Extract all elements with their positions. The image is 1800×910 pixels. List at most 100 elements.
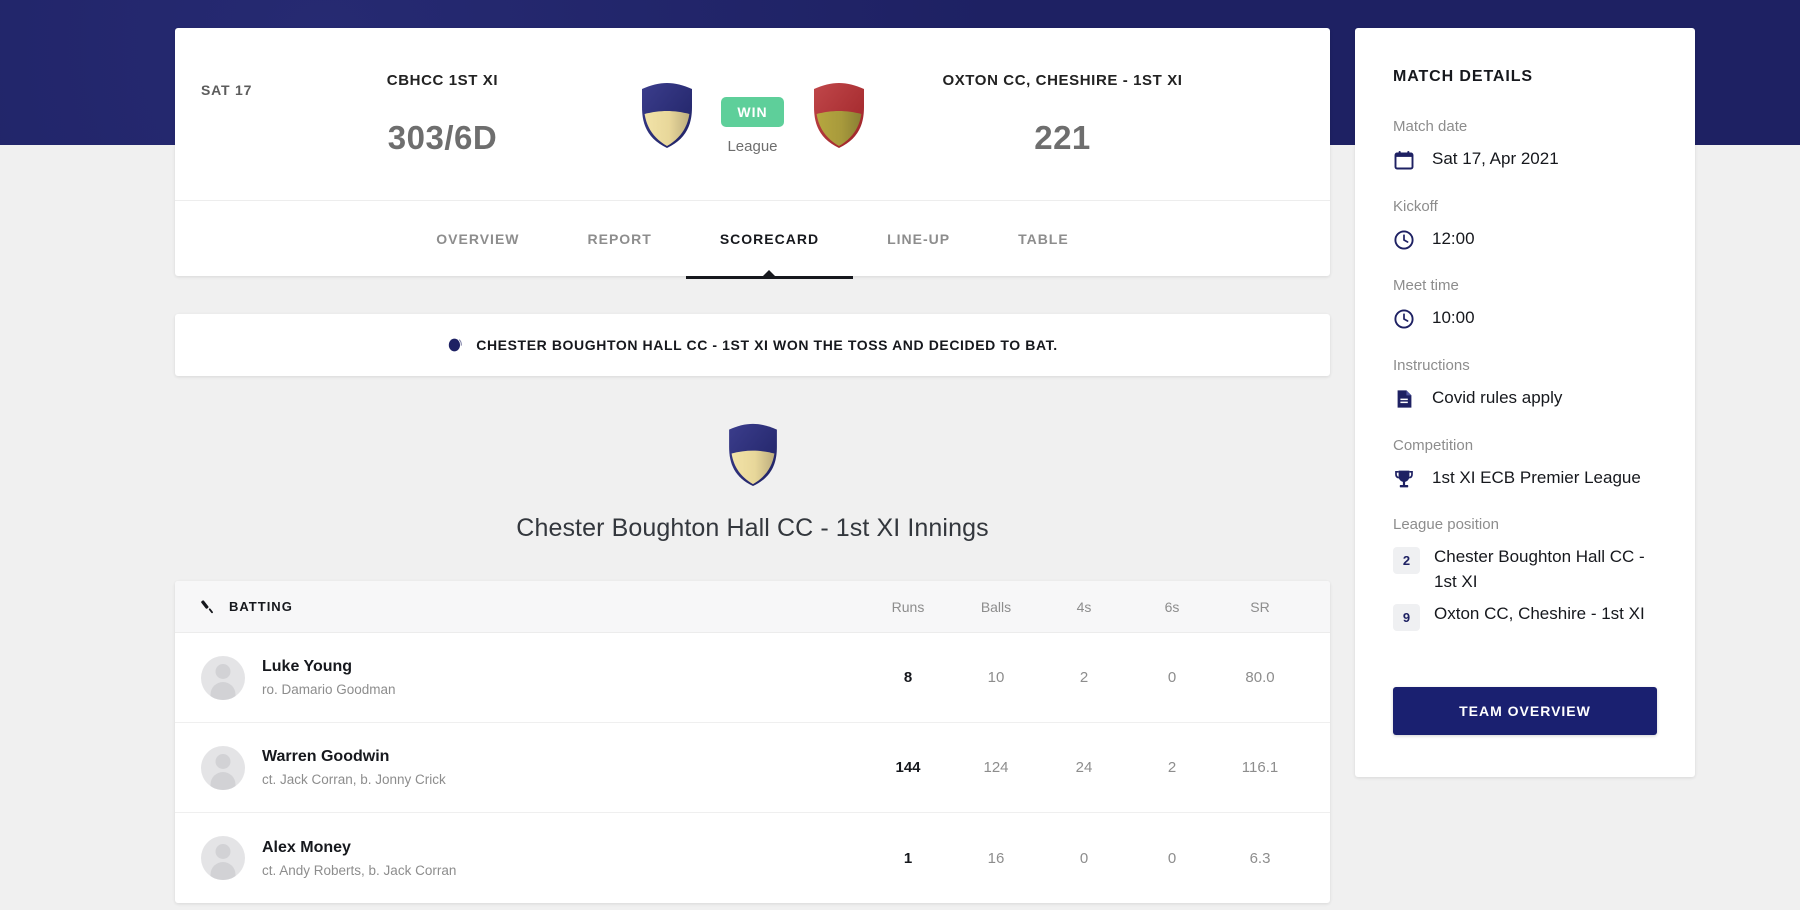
innings-title: Chester Boughton Hall CC - 1st XI Inning… <box>516 514 989 542</box>
field-label: Kickoff <box>1393 197 1438 215</box>
league-position-row[interactable]: 9 Oxton CC, Cheshire - 1st XI <box>1393 602 1657 632</box>
player-runs: 1 <box>903 849 913 867</box>
match-header-card: SAT 17 CBHCC 1ST XI 303/6D WIN League OX… <box>175 28 1330 279</box>
match-day-label: SAT 17 <box>201 82 253 98</box>
player-dismissal: ct. Jack Corran, b. Jonny Crick <box>262 772 446 787</box>
position-team-name: Oxton CC, Cheshire - 1st XI <box>1434 604 1645 624</box>
player-balls: 10 <box>987 669 1005 686</box>
field-instructions: Instructions Covid rules apply <box>1393 357 1657 411</box>
position-badge: 2 <box>1393 547 1420 575</box>
avatar <box>201 655 245 700</box>
player-runs: 144 <box>895 759 921 776</box>
match-result-block: WIN League <box>710 81 796 155</box>
player-dismissal: ct. Andy Roberts, b. Jack Corran <box>262 862 457 878</box>
cricket-ball-icon <box>449 338 463 352</box>
away-team-block[interactable]: OXTON CC, CHESHIRE - 1ST XI 221 <box>868 72 1258 157</box>
match-tabs: OVERVIEW REPORT SCORECARD LINE-UP TABLE <box>175 201 1330 279</box>
trophy-icon <box>1395 470 1413 487</box>
field-value: Covid rules apply <box>1432 387 1563 407</box>
field-match-date: Match date Sat 17, Apr 2021 <box>1393 118 1657 172</box>
tab-scorecard[interactable]: SCORECARD <box>685 201 854 279</box>
player-sixes: 0 <box>1167 669 1177 686</box>
player-name: Warren Goodwin <box>262 748 390 765</box>
column-header-balls: Balls <box>980 598 1012 615</box>
field-value: Sat 17, Apr 2021 <box>1432 149 1559 168</box>
innings-navy-shield-crest-icon <box>728 423 777 487</box>
batting-section-title: BATTING <box>201 598 864 615</box>
calendar-icon <box>1394 151 1414 170</box>
red-shield-crest-icon <box>813 83 864 148</box>
clock-icon <box>1394 230 1414 250</box>
field-label: Match date <box>1393 118 1468 135</box>
table-row[interactable]: Luke Young ro. Damario Goodman 8 10 2 0 … <box>175 633 1330 723</box>
column-header-sr: SR <box>1250 598 1270 615</box>
toss-text: CHESTER BOUGHTON HALL CC - 1ST XI WON TH… <box>476 337 1058 353</box>
player-balls: 16 <box>987 849 1005 867</box>
field-value: 1st XI ECB Premier League <box>1432 467 1641 487</box>
team-overview-button[interactable]: TEAM OVERVIEW <box>1393 687 1657 736</box>
teams-summary-row: CBHCC 1ST XI 303/6D WIN League OXTON CC,… <box>175 28 1330 200</box>
position-team-name: Chester Boughton Hall CC - 1st XI <box>1434 547 1645 591</box>
away-team-score: 221 <box>1034 118 1091 156</box>
tab-table-label: TABLE <box>1018 231 1069 247</box>
tab-line-up-label: LINE-UP <box>887 231 951 247</box>
document-icon <box>1397 390 1412 408</box>
tab-scorecard-label: SCORECARD <box>719 231 820 247</box>
player-strike-rate: 80.0 <box>1245 669 1275 686</box>
match-details-panel: MATCH DETAILS Match date Sat 17, Apr 202… <box>1355 28 1695 778</box>
player-fours: 2 <box>1079 669 1089 686</box>
field-label: Instructions <box>1393 356 1470 374</box>
field-label: Competition <box>1393 436 1474 454</box>
player-fours: 24 <box>1075 759 1093 776</box>
column-header-fours: 4s <box>1076 598 1092 615</box>
toss-banner: CHESTER BOUGHTON HALL CC - 1ST XI WON TH… <box>175 314 1330 376</box>
avatar <box>201 836 245 880</box>
table-row[interactable]: Warren Goodwin ct. Jack Corran, b. Jonny… <box>175 723 1330 813</box>
tab-overview[interactable]: OVERVIEW <box>402 201 553 277</box>
home-team-name: CBHCC 1ST XI <box>386 71 499 89</box>
tab-report[interactable]: REPORT <box>554 201 686 277</box>
tab-table[interactable]: TABLE <box>984 201 1103 277</box>
navy-shield-crest-icon <box>641 83 692 148</box>
field-meet-time: Meet time 10:00 <box>1393 277 1657 331</box>
field-competition: Competition 1st XI ECB Premier League <box>1393 437 1657 491</box>
player-runs: 8 <box>903 669 913 686</box>
player-cell[interactable]: Warren Goodwin ct. Jack Corran, b. Jonny… <box>201 745 864 790</box>
player-sixes: 0 <box>1167 849 1177 867</box>
player-cell[interactable]: Alex Money ct. Andy Roberts, b. Jack Cor… <box>201 836 864 880</box>
innings-heading: Chester Boughton Hall CC - 1st XI Inning… <box>175 422 1330 543</box>
player-balls: 124 <box>983 759 1009 776</box>
result-badge: WIN <box>721 97 784 127</box>
column-header-runs: Runs <box>891 598 925 615</box>
position-badge: 9 <box>1393 604 1420 632</box>
player-cell[interactable]: Luke Young ro. Damario Goodman <box>201 655 864 700</box>
clock-icon <box>1394 309 1414 329</box>
batting-section-label: BATTING <box>229 599 293 614</box>
match-center-block: WIN League <box>638 73 868 155</box>
avatar <box>201 745 245 790</box>
active-tab-notch-icon <box>763 270 776 276</box>
field-label: League position <box>1393 516 1499 534</box>
active-tab-underline <box>685 276 854 279</box>
league-position-row[interactable]: 2 Chester Boughton Hall CC - 1st XI <box>1393 545 1657 594</box>
home-team-block[interactable]: CBHCC 1ST XI 303/6D <box>248 72 638 157</box>
cricket-bat-icon <box>201 600 213 614</box>
competition-type-label: League <box>727 138 778 155</box>
field-value: 12:00 <box>1432 228 1475 248</box>
home-team-score: 303/6D <box>387 118 498 156</box>
panel-title: MATCH DETAILS <box>1393 68 1533 85</box>
player-sixes: 2 <box>1167 759 1177 776</box>
batting-table: BATTING Runs Balls 4s 6s SR Luke Young r… <box>175 581 1330 903</box>
player-strike-rate: 116.1 <box>1241 759 1279 776</box>
field-kickoff: Kickoff 12:00 <box>1393 198 1657 252</box>
player-name: Luke Young <box>262 658 353 675</box>
player-dismissal: ro. Damario Goodman <box>262 682 396 697</box>
match-tabs-bar: OVERVIEW REPORT SCORECARD LINE-UP TABLE <box>175 200 1330 279</box>
away-team-name: OXTON CC, CHESHIRE - 1ST XI <box>942 71 1183 89</box>
table-row[interactable]: Alex Money ct. Andy Roberts, b. Jack Cor… <box>175 813 1330 903</box>
column-header-sixes: 6s <box>1164 598 1180 615</box>
batting-table-header: BATTING Runs Balls 4s 6s SR <box>175 581 1330 633</box>
tab-line-up[interactable]: LINE-UP <box>853 201 984 277</box>
player-name: Alex Money <box>262 838 351 856</box>
field-league-position: League position 2 Chester Boughton Hall … <box>1393 516 1657 632</box>
